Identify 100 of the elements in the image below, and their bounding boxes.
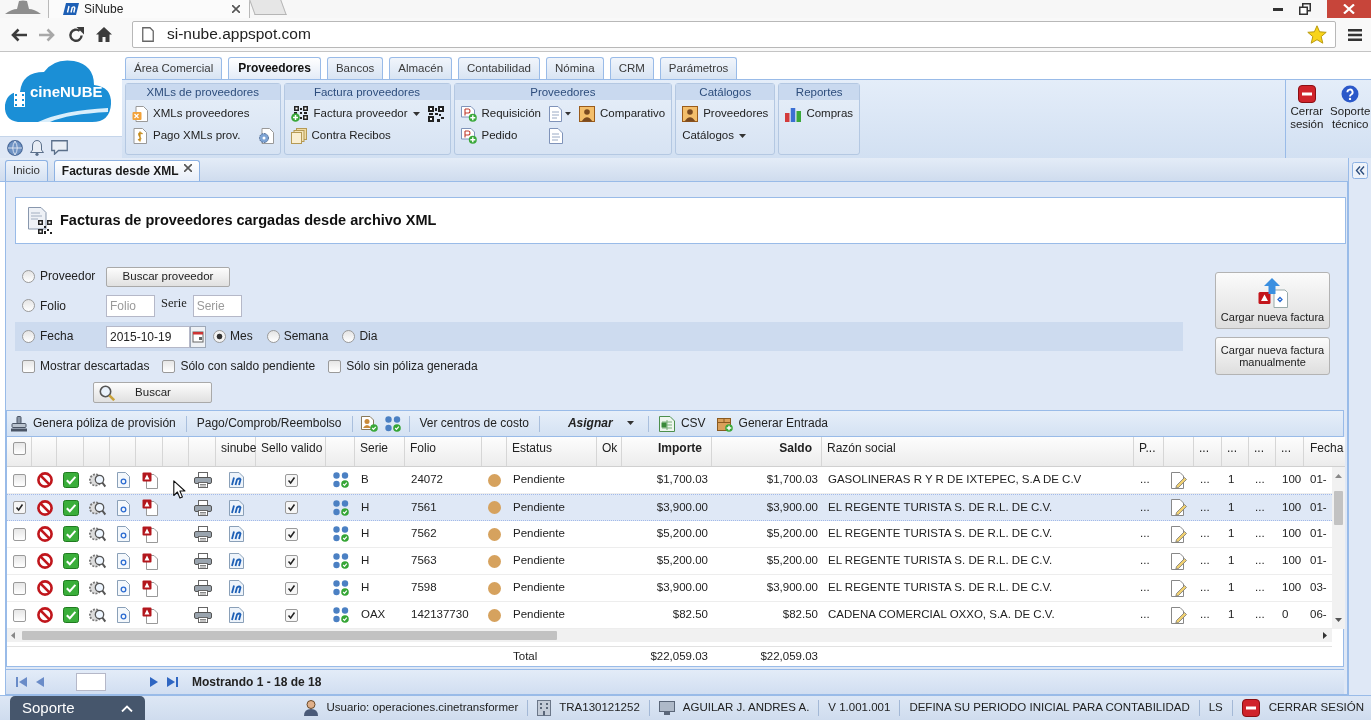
input-field[interactable]: Serie (192, 295, 242, 317)
checkbox[interactable] (13, 527, 26, 541)
checkbox[interactable] (13, 581, 26, 595)
reload-icon[interactable] (68, 26, 84, 43)
close-button[interactable] (1327, 0, 1371, 18)
checkbox[interactable] (22, 359, 35, 373)
ribbon-button[interactable]: Contra Recibos (290, 126, 420, 146)
checkbox[interactable] (284, 473, 298, 487)
toolbar-button[interactable]: Ver centros de costo (417, 416, 531, 431)
printer-icon[interactable] (193, 580, 212, 596)
logo-document-icon[interactable] (228, 580, 244, 596)
group-check-icon[interactable] (332, 472, 349, 488)
ribbon-button[interactable]: Requisición (460, 104, 541, 124)
printer-icon[interactable] (193, 553, 212, 569)
chat-icon[interactable] (51, 140, 68, 155)
checkbox[interactable] (284, 581, 298, 595)
prohibited-icon[interactable] (36, 499, 53, 516)
check-square-icon[interactable] (62, 499, 79, 516)
check-square-icon[interactable] (62, 526, 79, 542)
logo-document-icon[interactable] (228, 553, 244, 569)
column-header[interactable]: Razón social (822, 437, 1134, 466)
horizontal-scrollbar[interactable] (7, 629, 1332, 642)
column-header[interactable]: Importe (622, 437, 712, 466)
column-header[interactable]: ... (1276, 437, 1304, 466)
search-button[interactable]: Buscar (93, 382, 212, 403)
check-square-icon[interactable] (62, 607, 79, 623)
pdf-document-icon[interactable] (141, 579, 158, 597)
upload-button[interactable]: Cargar nueva factura (1215, 272, 1330, 329)
menu-tab[interactable]: Área Comercial (125, 57, 223, 79)
edit-document-icon[interactable] (1171, 471, 1187, 489)
menu-tab[interactable]: Nómina (546, 57, 604, 79)
checkbox[interactable] (284, 527, 298, 541)
group-check-icon[interactable] (384, 415, 401, 432)
document-icon[interactable] (548, 128, 563, 144)
checkbox[interactable] (13, 554, 26, 568)
logo-document-icon[interactable] (228, 499, 244, 516)
document-icon[interactable] (116, 499, 130, 516)
document-tab[interactable]: Inicio (5, 160, 48, 181)
first-page-icon[interactable] (16, 676, 28, 688)
minimize-icon[interactable] (1273, 7, 1283, 11)
edit-document-icon[interactable] (1171, 499, 1187, 516)
calendar-icon[interactable] (190, 325, 206, 348)
gear-search-icon[interactable] (88, 607, 106, 623)
gear-search-icon[interactable] (88, 580, 106, 596)
column-header[interactable]: Sello valido (256, 437, 326, 466)
pdf-document-icon[interactable] (141, 499, 158, 516)
column-header[interactable]: Folio (405, 437, 482, 466)
qr-code-icon[interactable] (427, 106, 444, 122)
prohibited-icon[interactable] (36, 553, 53, 569)
edit-document-icon[interactable] (1171, 606, 1187, 624)
radio-button[interactable] (22, 270, 35, 283)
edit-document-icon[interactable] (1171, 552, 1187, 570)
browser-tab[interactable]: SiNube (48, 0, 250, 18)
toolbar-button[interactable]: Genera póliza de provisión (9, 415, 178, 432)
logo-document-icon[interactable] (228, 526, 244, 542)
vertical-scrollbar[interactable] (1332, 467, 1345, 629)
document-icon[interactable] (116, 580, 130, 596)
upload-button[interactable]: Cargar nueva factura manualmente (1215, 337, 1330, 375)
column-header[interactable]: Serie (355, 437, 405, 466)
star-icon[interactable] (1307, 25, 1327, 44)
previous-page-icon[interactable] (36, 676, 44, 688)
ribbon-button[interactable]: XMLs proveedores (132, 104, 250, 124)
menu-tab[interactable]: CRM (609, 57, 654, 79)
back-icon[interactable] (10, 27, 27, 42)
check-square-icon[interactable] (62, 472, 79, 488)
last-page-icon[interactable] (166, 676, 178, 688)
ribbon-button[interactable]: Proveedores (682, 104, 769, 124)
group-check-icon[interactable] (332, 553, 349, 569)
gear-search-icon[interactable] (88, 472, 106, 488)
checkbox[interactable] (328, 359, 342, 373)
address-bar[interactable]: si-nube.appspot.com (132, 21, 1336, 48)
radio-button[interactable] (266, 330, 280, 343)
menu-tab[interactable]: Proveedores (228, 57, 321, 79)
check-square-icon[interactable] (62, 580, 79, 596)
logo-document-icon[interactable] (228, 472, 244, 488)
column-header[interactable]: ... (1194, 437, 1222, 466)
pdf-document-icon[interactable] (141, 552, 158, 570)
toolbar-button[interactable]: CSV (656, 415, 708, 432)
close-icon[interactable] (232, 5, 240, 13)
column-header[interactable]: ... (1222, 437, 1249, 466)
group-check-icon[interactable] (332, 580, 349, 596)
bell-icon[interactable] (30, 139, 44, 156)
group-check-icon[interactable] (332, 526, 349, 542)
home-icon[interactable] (96, 27, 112, 42)
column-header[interactable]: Ok (597, 437, 622, 466)
menu-tab[interactable]: Almacén (389, 57, 453, 79)
prohibited-icon[interactable] (36, 607, 53, 623)
menu-tab[interactable]: Bancos (326, 57, 384, 79)
gear-document-icon[interactable] (257, 128, 274, 144)
date-field[interactable]: 2015-10-19 (106, 325, 190, 348)
support-button[interactable]: Soporte técnico (1329, 85, 1371, 131)
ribbon-button[interactable]: Pedido (460, 126, 541, 146)
prohibited-icon[interactable] (36, 472, 53, 488)
checkbox[interactable] (284, 554, 298, 568)
column-header[interactable]: sinube (216, 437, 256, 466)
document-icon[interactable] (116, 607, 130, 623)
menu-icon[interactable] (1348, 28, 1362, 41)
document-tab[interactable]: Facturas desde XML (53, 160, 200, 181)
pdf-document-icon[interactable] (141, 525, 158, 543)
printer-icon[interactable] (193, 499, 212, 516)
